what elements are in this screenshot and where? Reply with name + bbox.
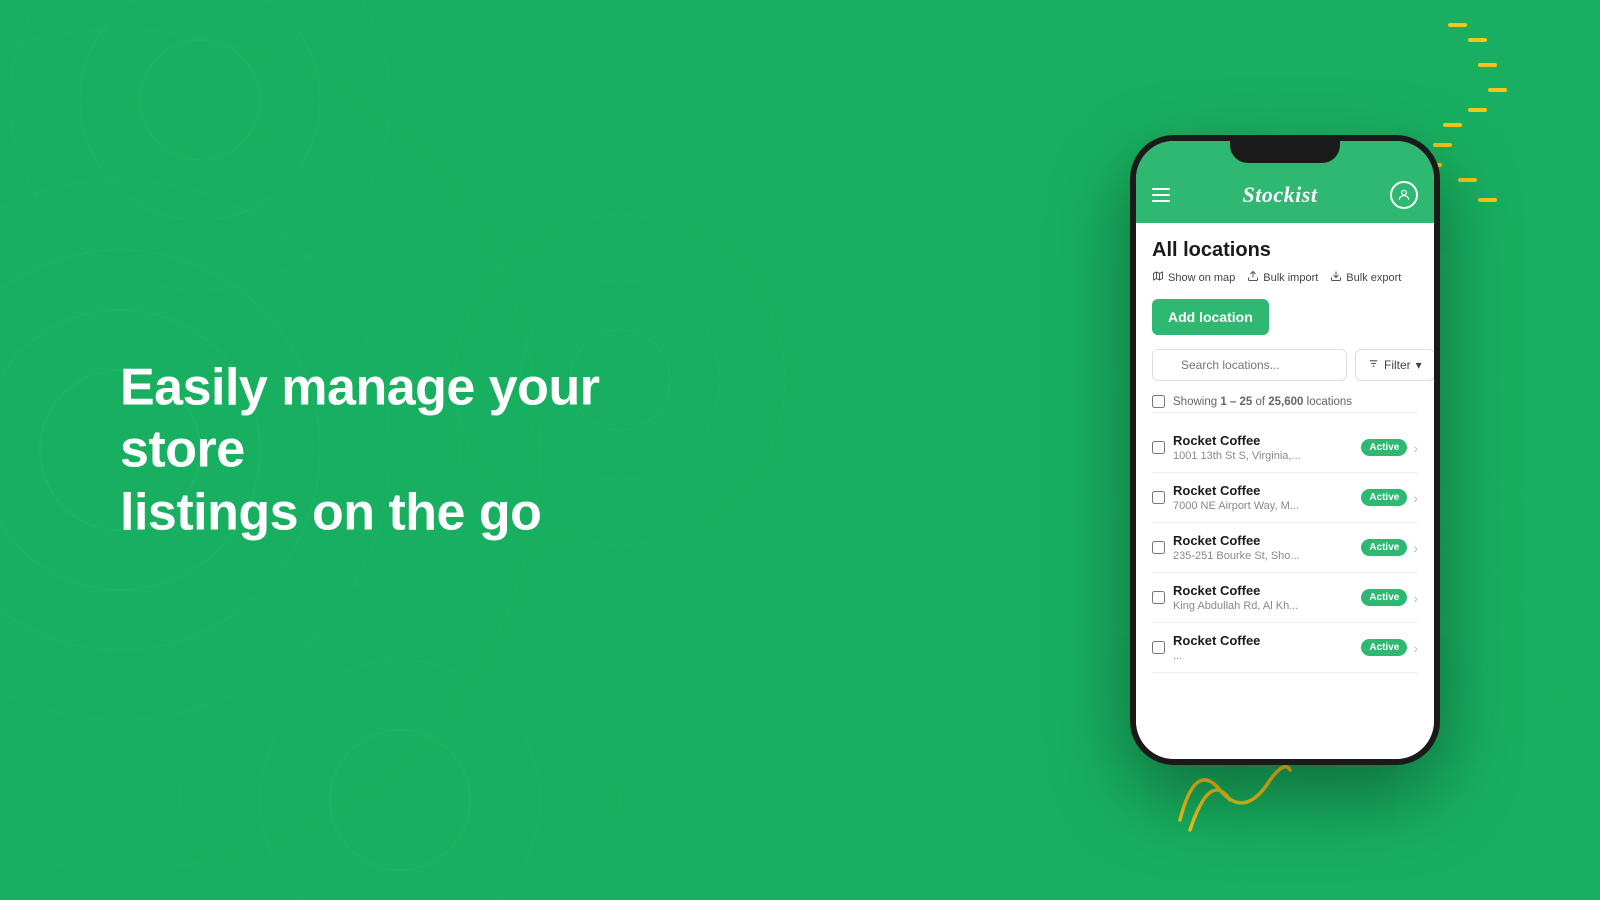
chevron-right-icon-3: › — [1413, 590, 1418, 606]
status-badge-2: Active — [1361, 539, 1407, 556]
filter-label: Filter — [1384, 358, 1411, 372]
phone-screen: Stockist All locations — [1136, 141, 1434, 759]
location-name-2: Rocket Coffee — [1173, 533, 1353, 548]
user-avatar-icon[interactable] — [1390, 181, 1418, 209]
toolbar-links: Show on map Bulk import — [1152, 270, 1418, 285]
bulk-import-label: Bulk import — [1263, 272, 1318, 284]
showing-total: 25,600 — [1268, 396, 1303, 408]
showing-range: 1 – 25 — [1220, 396, 1252, 408]
location-info-3: Rocket Coffee King Abdullah Rd, Al Kh... — [1173, 583, 1353, 612]
location-checkbox-1[interactable] — [1152, 491, 1165, 504]
location-checkbox-4[interactable] — [1152, 641, 1165, 654]
phone-frame: Stockist All locations — [1130, 135, 1440, 765]
location-right-3: Active › — [1361, 589, 1418, 606]
status-badge-0: Active — [1361, 439, 1407, 456]
app-content: All locations Show on map — [1136, 223, 1434, 759]
location-info-4: Rocket Coffee ... — [1173, 633, 1353, 662]
showing-text: Showing 1 – 25 of 25,600 locations — [1173, 396, 1352, 408]
hamburger-menu[interactable] — [1152, 188, 1170, 202]
location-right-4: Active › — [1361, 639, 1418, 656]
status-badge-4: Active — [1361, 639, 1407, 656]
show-on-map-label: Show on map — [1168, 272, 1235, 284]
bulk-export-link[interactable]: Bulk export — [1330, 270, 1401, 285]
location-name-4: Rocket Coffee — [1173, 633, 1353, 648]
status-badge-1: Active — [1361, 489, 1407, 506]
location-name-3: Rocket Coffee — [1173, 583, 1353, 598]
location-right-1: Active › — [1361, 489, 1418, 506]
location-address-3: King Abdullah Rd, Al Kh... — [1173, 600, 1353, 612]
search-input[interactable] — [1152, 349, 1347, 381]
search-wrap — [1152, 349, 1347, 381]
select-all-checkbox[interactable] — [1152, 395, 1165, 408]
location-address-0: 1001 13th St S, Virginia,... — [1173, 450, 1353, 462]
page-title: All locations — [1152, 239, 1418, 262]
location-checkbox-2[interactable] — [1152, 541, 1165, 554]
hero-heading: Easily manage your store listings on the… — [120, 356, 640, 543]
location-item[interactable]: Rocket Coffee 235-251 Bourke St, Sho... … — [1152, 523, 1418, 573]
location-item[interactable]: Rocket Coffee 1001 13th St S, Virginia,.… — [1152, 423, 1418, 473]
filter-button[interactable]: Filter ▾ — [1355, 349, 1434, 381]
location-address-2: 235-251 Bourke St, Sho... — [1173, 550, 1353, 562]
location-right-0: Active › — [1361, 439, 1418, 456]
location-name-0: Rocket Coffee — [1173, 433, 1353, 448]
chevron-right-icon-4: › — [1413, 640, 1418, 656]
app-logo: Stockist — [1243, 182, 1318, 208]
location-address-4: ... — [1173, 650, 1353, 662]
showing-row: Showing 1 – 25 of 25,600 locations — [1152, 391, 1418, 413]
phone-mockup: Stockist All locations — [1130, 135, 1440, 765]
show-on-map-link[interactable]: Show on map — [1152, 270, 1235, 285]
location-item[interactable]: Rocket Coffee ... Active › — [1152, 623, 1418, 673]
location-info-0: Rocket Coffee 1001 13th St S, Virginia,.… — [1173, 433, 1353, 462]
location-list: Rocket Coffee 1001 13th St S, Virginia,.… — [1152, 423, 1418, 673]
location-right-2: Active › — [1361, 539, 1418, 556]
filter-icon — [1368, 358, 1379, 372]
bulk-export-label: Bulk export — [1346, 272, 1401, 284]
location-name-1: Rocket Coffee — [1173, 483, 1353, 498]
add-location-button[interactable]: Add location — [1152, 299, 1269, 335]
location-checkbox-0[interactable] — [1152, 441, 1165, 454]
location-item[interactable]: Rocket Coffee 7000 NE Airport Way, M... … — [1152, 473, 1418, 523]
status-badge-3: Active — [1361, 589, 1407, 606]
upload-icon — [1247, 270, 1259, 285]
location-item[interactable]: Rocket Coffee King Abdullah Rd, Al Kh...… — [1152, 573, 1418, 623]
location-checkbox-3[interactable] — [1152, 591, 1165, 604]
chevron-right-icon-0: › — [1413, 440, 1418, 456]
location-address-1: 7000 NE Airport Way, M... — [1173, 500, 1353, 512]
search-filter-row: Filter ▾ — [1152, 349, 1418, 381]
map-icon — [1152, 270, 1164, 285]
chevron-down-icon: ▾ — [1416, 358, 1422, 372]
location-info-2: Rocket Coffee 235-251 Bourke St, Sho... — [1173, 533, 1353, 562]
bulk-import-link[interactable]: Bulk import — [1247, 270, 1318, 285]
chevron-right-icon-1: › — [1413, 490, 1418, 506]
chevron-right-icon-2: › — [1413, 540, 1418, 556]
app-header: Stockist — [1136, 141, 1434, 223]
download-icon — [1330, 270, 1342, 285]
hero-section: Easily manage your store listings on the… — [120, 356, 640, 543]
location-info-1: Rocket Coffee 7000 NE Airport Way, M... — [1173, 483, 1353, 512]
